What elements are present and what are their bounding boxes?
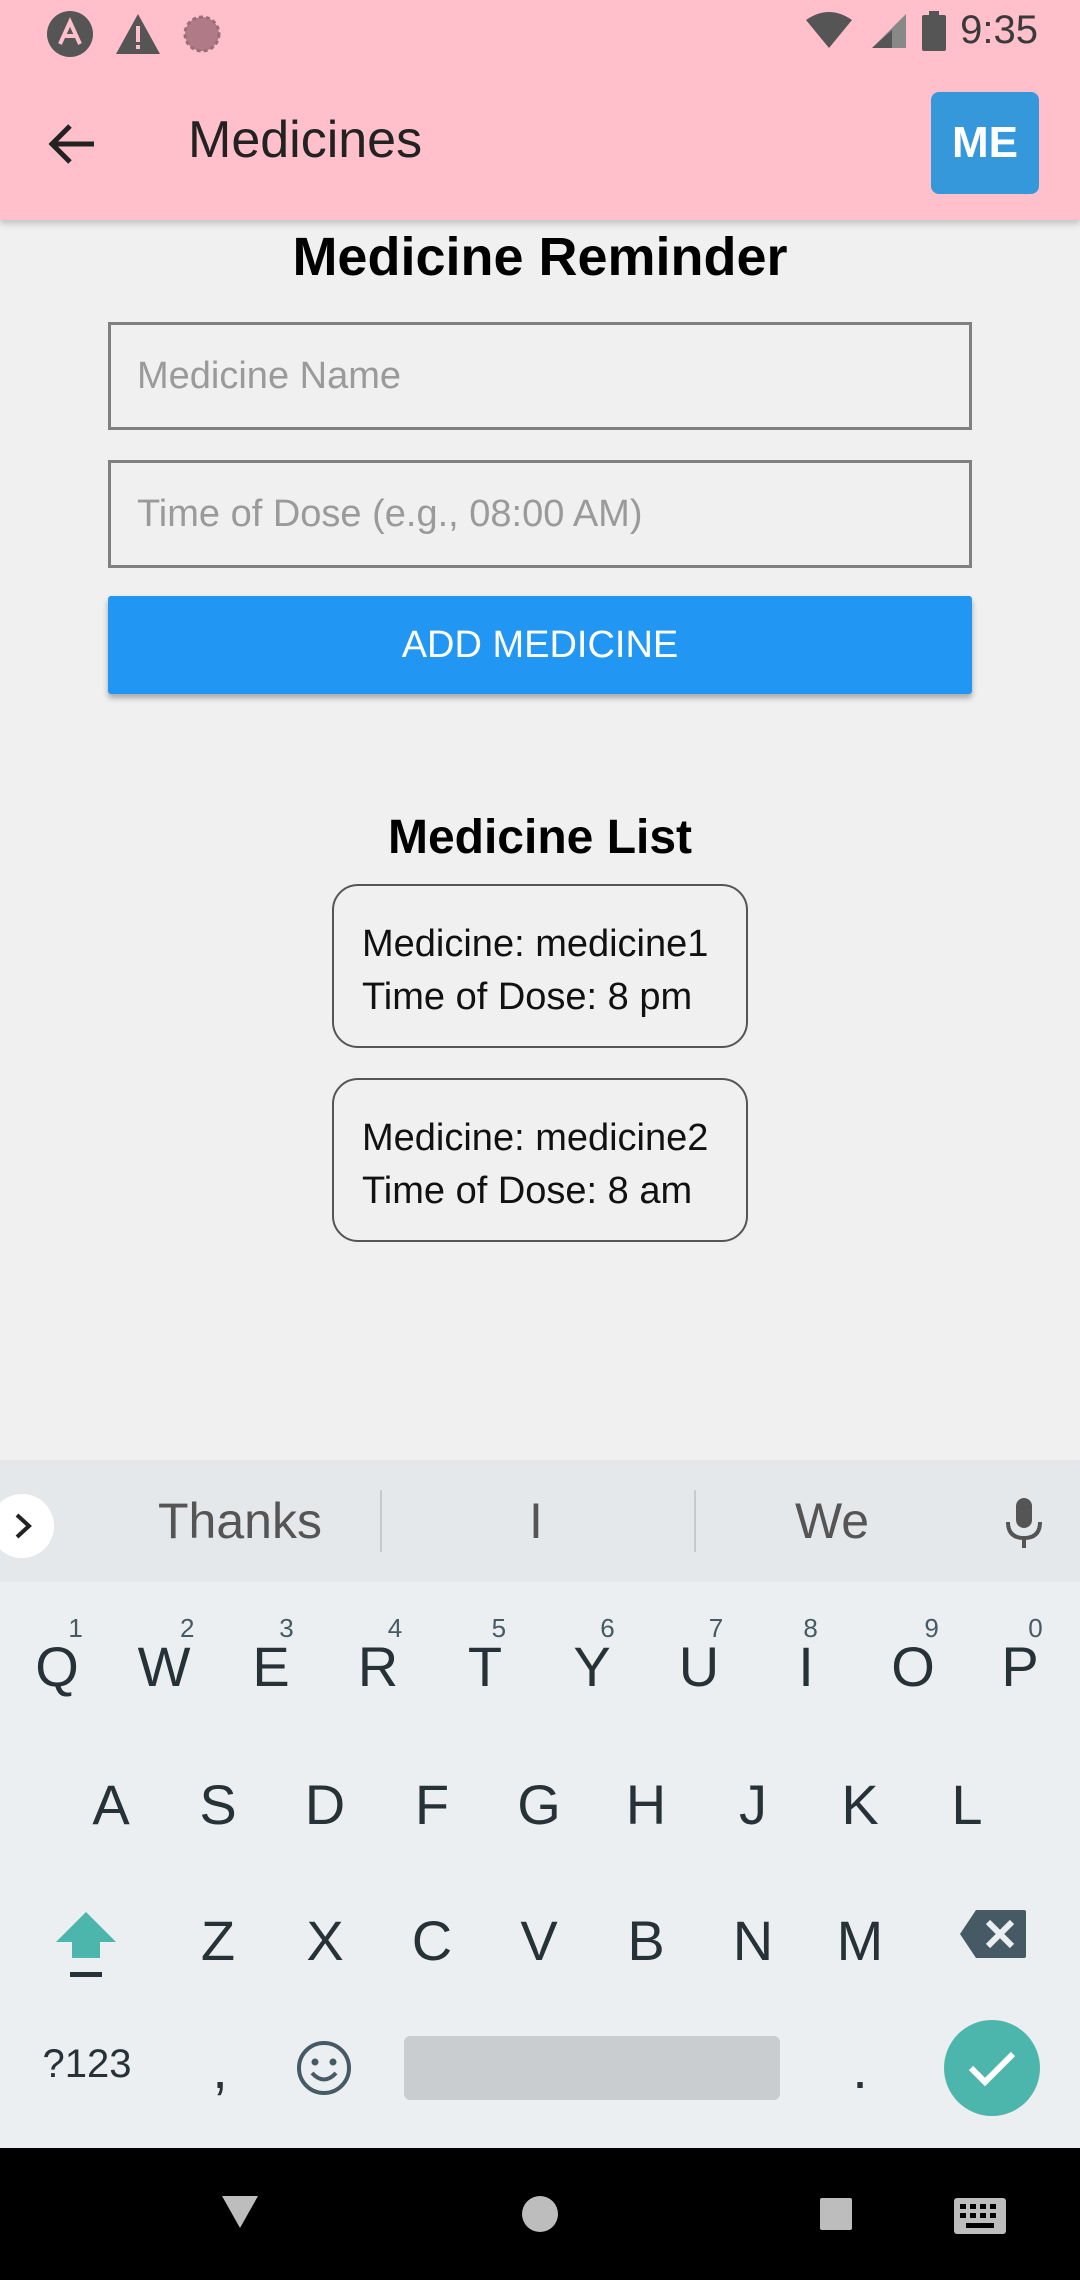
suggestion-divider [380, 1490, 382, 1552]
status-bar: 9:35 [0, 0, 1080, 66]
chevron-right-icon[interactable] [0, 1494, 54, 1558]
key-d[interactable]: D [280, 1772, 370, 1837]
add-medicine-button[interactable]: ADD MEDICINE [108, 596, 972, 694]
back-triangle-icon[interactable] [220, 2194, 260, 2230]
app-icon [47, 11, 93, 57]
key-h[interactable]: H [601, 1772, 691, 1837]
key-hint-number: 7 [708, 1613, 724, 1643]
key-hint-number: 1 [68, 1613, 83, 1643]
key-v[interactable]: V [494, 1908, 584, 1973]
enter-key[interactable] [944, 2020, 1040, 2116]
app-header: 9:35 Medicines ME [0, 0, 1080, 220]
key-y[interactable]: Y6 [547, 1613, 637, 1699]
symbols-key[interactable]: ?123 [40, 2042, 134, 2087]
list-item: Medicine: medicine2 Time of Dose: 8 am [332, 1078, 748, 1242]
key-c[interactable]: C [387, 1908, 477, 1973]
warning-icon [116, 14, 160, 54]
key-j[interactable]: J [708, 1772, 798, 1837]
list-heading: Medicine List [387, 811, 693, 864]
key-g[interactable]: G [494, 1772, 584, 1837]
key-hint-number: 3 [279, 1613, 294, 1643]
key-hint-number: 2 [179, 1613, 195, 1643]
key-q[interactable]: Q1 [12, 1613, 102, 1699]
signal-icon [872, 13, 907, 48]
dose-time-text: Time of Dose: 8 pm [362, 976, 693, 1018]
microphone-icon[interactable] [1004, 1498, 1044, 1550]
battery-icon [922, 10, 947, 51]
key-e[interactable]: E3 [226, 1613, 316, 1699]
period-key[interactable]: . [815, 2036, 905, 2101]
medicine-name-text: Medicine: medicine2 [362, 1117, 709, 1159]
suggestion-divider [694, 1490, 696, 1552]
page-title: Medicines [188, 111, 423, 169]
sync-icon [183, 15, 221, 53]
shift-icon[interactable] [50, 1906, 122, 1986]
soft-keyboard: Thanks I We Q1W2E3R4T5Y6U7I8O9P0 ASDFGHJ… [0, 1460, 1080, 2148]
key-z[interactable]: Z [173, 1908, 263, 1973]
key-o[interactable]: O9 [868, 1613, 958, 1699]
medicine-name-placeholder: Medicine Name [137, 354, 401, 397]
key-s[interactable]: S [173, 1772, 263, 1837]
profile-button[interactable]: ME [931, 92, 1039, 194]
key-n[interactable]: N [708, 1908, 798, 1973]
key-b[interactable]: B [601, 1908, 691, 1973]
time-of-dose-placeholder: Time of Dose (e.g., 08:00 AM) [137, 492, 643, 535]
form-heading: Medicine Reminder [292, 227, 788, 287]
key-hint-number: 8 [803, 1613, 818, 1643]
backspace-icon[interactable] [958, 1908, 1028, 1960]
arrow-left-icon[interactable] [42, 114, 102, 174]
emoji-icon[interactable] [296, 2040, 352, 2096]
key-k[interactable]: K [815, 1772, 905, 1837]
key-t[interactable]: T5 [440, 1613, 530, 1699]
suggestion-3[interactable]: We [732, 1492, 932, 1550]
app-bar: Medicines ME [0, 66, 1080, 220]
suggestion-1[interactable]: Thanks [140, 1492, 340, 1550]
key-hint-number: 5 [491, 1613, 507, 1643]
key-m[interactable]: M [815, 1908, 905, 1973]
key-u[interactable]: U7 [654, 1613, 744, 1699]
wifi-icon [806, 11, 853, 48]
key-f[interactable]: F [387, 1772, 477, 1837]
status-time: 9:35 [960, 8, 1038, 52]
key-hint-number: 6 [600, 1613, 615, 1643]
recents-square-icon[interactable] [818, 2196, 854, 2232]
comma-key[interactable]: , [175, 2036, 265, 2101]
keyboard-icon[interactable] [952, 2196, 1008, 2236]
key-hint-number: 9 [924, 1613, 939, 1643]
medicine-name-text: Medicine: medicine1 [362, 923, 709, 965]
key-i[interactable]: I8 [761, 1613, 851, 1699]
suggestion-2[interactable]: I [436, 1492, 636, 1550]
suggestion-strip: Thanks I We [0, 1460, 1080, 1582]
space-key[interactable] [404, 2036, 780, 2100]
navigation-bar [0, 2148, 1080, 2280]
list-item: Medicine: medicine1 Time of Dose: 8 pm [332, 884, 748, 1048]
key-a[interactable]: A [66, 1772, 156, 1837]
key-l[interactable]: L [922, 1772, 1012, 1837]
key-hint-number: 4 [387, 1613, 403, 1643]
key-hint-number: 0 [1028, 1613, 1043, 1643]
key-r[interactable]: R4 [333, 1613, 423, 1699]
check-icon [968, 2051, 1016, 2087]
key-w[interactable]: W2 [119, 1613, 209, 1699]
key-p[interactable]: P0 [975, 1613, 1065, 1699]
key-x[interactable]: X [280, 1908, 370, 1973]
time-of-dose-input[interactable]: Time of Dose (e.g., 08:00 AM) [108, 460, 972, 568]
medicine-name-input[interactable]: Medicine Name [108, 322, 972, 430]
dose-time-text: Time of Dose: 8 am [362, 1170, 693, 1212]
home-circle-icon[interactable] [520, 2194, 560, 2234]
